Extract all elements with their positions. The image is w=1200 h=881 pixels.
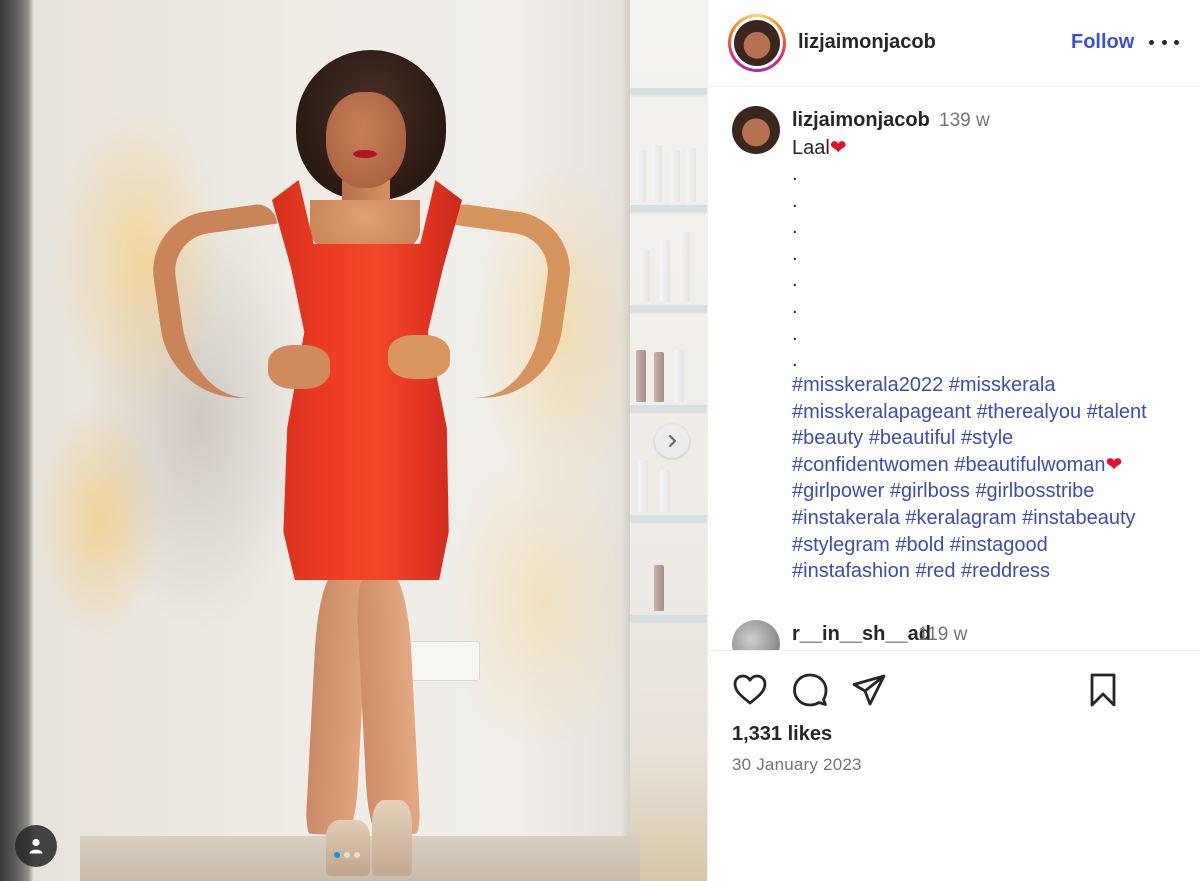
model-figure [0,0,707,881]
share-icon[interactable] [850,671,888,709]
caption-body: Laal [792,137,830,159]
hashtag-line: #stylegram #bold #instagood [792,532,1182,559]
dot [1161,39,1167,45]
like-count[interactable]: 1,331 likes [732,723,832,746]
hashtag-link[interactable]: #red [915,560,955,582]
post-date[interactable]: 30 January 2023 [732,755,862,775]
caption-dot-line: . [792,269,798,292]
caption-timestamp[interactable]: 139 w [939,110,990,132]
dot [1174,39,1179,45]
face [326,92,406,188]
hashtag-link[interactable]: #misskerala2022 [792,374,943,396]
hashtag-link[interactable]: #instagood [950,534,1048,556]
heart-emoji: ❤ [829,137,847,159]
caption-text: Laal❤ [792,135,1182,162]
commenter-username[interactable]: r__in__sh__ad [792,623,931,646]
heel-shoe [326,820,370,876]
heel-shoe [372,800,412,876]
caption-dot-line: . [792,295,798,318]
comments-list[interactable]: lizjaimonjacob 139 w Laal❤ ........ #mis… [708,88,1200,650]
avatar-border [731,17,783,69]
leg [355,573,421,837]
dot [1149,39,1154,45]
caption-dot-line: . [792,216,798,239]
hand [268,345,330,389]
heart-icon[interactable] [731,671,769,709]
post-sidebar: lizjaimonjacob Follow lizjaimonjacob 139… [707,0,1200,881]
follow-button[interactable]: Follow [1071,31,1134,54]
hashtag-link[interactable]: #girlpower [792,480,884,502]
author-avatar[interactable] [728,14,786,72]
heart-emoji: ❤ [1105,453,1123,476]
caption-dots: ........ [792,161,798,374]
author-username[interactable]: lizjaimonjacob [798,31,936,54]
hashtag-line: #instakerala #keralagram #instabeauty [792,505,1182,532]
hashtag-link[interactable]: #reddress [961,560,1050,582]
caption-dot-line: . [792,242,798,265]
comment-timestamp[interactable]: 119 w [918,624,967,646]
caption-dot-line: . [792,189,798,212]
avatar-image [734,20,780,66]
hashtag-line: #misskerala2022 #misskerala [792,372,1182,399]
hashtag-link[interactable]: #misskeralapageant [792,401,971,423]
hashtag-link[interactable]: #misskerala [949,374,1056,396]
hashtag-link[interactable]: #girlboss [890,480,970,502]
hashtag-link[interactable]: #instafashion [792,560,910,582]
caption-dot-line: . [792,163,798,185]
tagged-users-button[interactable] [15,825,57,867]
hand [388,335,450,379]
caption-avatar[interactable] [732,106,780,154]
post-actions: 1,331 likes 30 January 2023 [708,650,1200,881]
hashtag-link[interactable]: #beautiful [869,427,956,449]
hashtag-link[interactable]: #bold [895,534,944,556]
hashtag-line: #instafashion #red #reddress [792,558,1182,585]
hashtag-link[interactable]: #talent [1087,401,1147,423]
hashtag-link[interactable]: #instakerala [792,507,900,529]
hashtag-link[interactable]: #therealyou [977,401,1082,423]
user-tag-icon [29,838,43,854]
caption-username[interactable]: lizjaimonjacob [792,109,930,132]
hashtag-line: #confidentwomen #beautifulwoman❤ [792,452,1182,479]
chevron-right-icon [668,434,677,448]
caption-dot-line: . [792,322,798,345]
post-media[interactable] [0,0,707,881]
bookmark-icon[interactable] [1084,671,1122,709]
hashtag-link[interactable]: #keralagram [905,507,1016,529]
hashtag-link[interactable]: #stylegram [792,534,890,556]
carousel-dot [344,852,350,858]
next-slide-button[interactable] [655,424,689,458]
lips [353,150,377,158]
caption-dot-line: . [792,349,798,372]
commenter-avatar[interactable] [732,620,780,650]
hashtag-link[interactable]: #style [961,427,1013,449]
carousel-dot [354,852,360,858]
hashtag-link[interactable]: #beautifulwoman [954,454,1105,476]
comment-icon[interactable] [791,671,829,709]
hashtag-link[interactable]: #confidentwomen [792,454,949,476]
carousel-dot [334,852,340,858]
hashtag-link[interactable]: #instabeauty [1022,507,1135,529]
post-header: lizjaimonjacob Follow [708,0,1200,87]
hashtag-link[interactable]: #girlbosstribe [975,480,1094,502]
hashtag-line: #girlpower #girlboss #girlbosstribe [792,478,1182,505]
caption-hashtags: #misskerala2022 #misskerala #misskeralapa… [792,372,1182,585]
hashtag-link[interactable]: #beauty [792,427,863,449]
hashtag-line: #beauty #beautiful #style [792,425,1182,452]
carousel-indicator [334,852,360,858]
more-options-icon[interactable] [1149,30,1179,54]
hashtag-line: #misskeralapageant #therealyou #talent [792,399,1182,426]
